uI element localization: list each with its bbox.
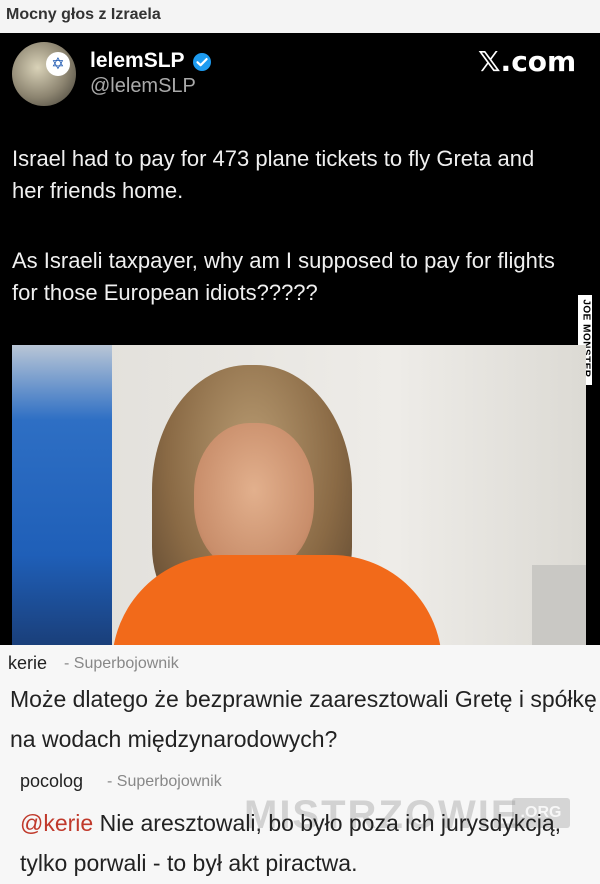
star-of-david-icon: ✡ bbox=[46, 52, 70, 76]
verified-badge-icon bbox=[193, 53, 211, 71]
page-title: Mocny głos z Izraela bbox=[6, 6, 161, 23]
tweet-screenshot: ✡ lelemSLP @lelemSLP 𝕏.com Israel had to… bbox=[0, 33, 600, 645]
tweet-paragraph-2: As Israeli taxpayer, why am I supposed t… bbox=[12, 248, 555, 305]
reply-author[interactable]: pocolog bbox=[20, 771, 83, 792]
tweet-photo bbox=[12, 345, 586, 645]
reply-mention[interactable]: @kerie bbox=[20, 810, 93, 836]
title-bar: Mocny głos z Izraela bbox=[0, 0, 600, 33]
tweet-paragraph-1: Israel had to pay for 473 plane tickets … bbox=[12, 146, 535, 203]
tweet-display-name: lelemSLP bbox=[90, 49, 185, 72]
reply-body: Nie aresztowali, bo było poza ich jurysd… bbox=[20, 810, 562, 876]
x-logo: 𝕏.com bbox=[478, 45, 577, 78]
comments-section: kerie - Superbojownik Może dlatego że be… bbox=[0, 645, 600, 884]
avatar: ✡ bbox=[12, 42, 76, 106]
comment-author[interactable]: kerie bbox=[8, 653, 47, 674]
comment-text: Może dlatego że bezprawnie zaaresztowali… bbox=[10, 686, 597, 752]
comment-rank: - Superbojownik bbox=[64, 655, 179, 672]
tweet-handle: @lelemSLP bbox=[90, 75, 196, 97]
reply-rank: - Superbojownik bbox=[107, 773, 222, 790]
reply-text: @kerie Nie aresztowali, bo było poza ich… bbox=[20, 803, 595, 883]
